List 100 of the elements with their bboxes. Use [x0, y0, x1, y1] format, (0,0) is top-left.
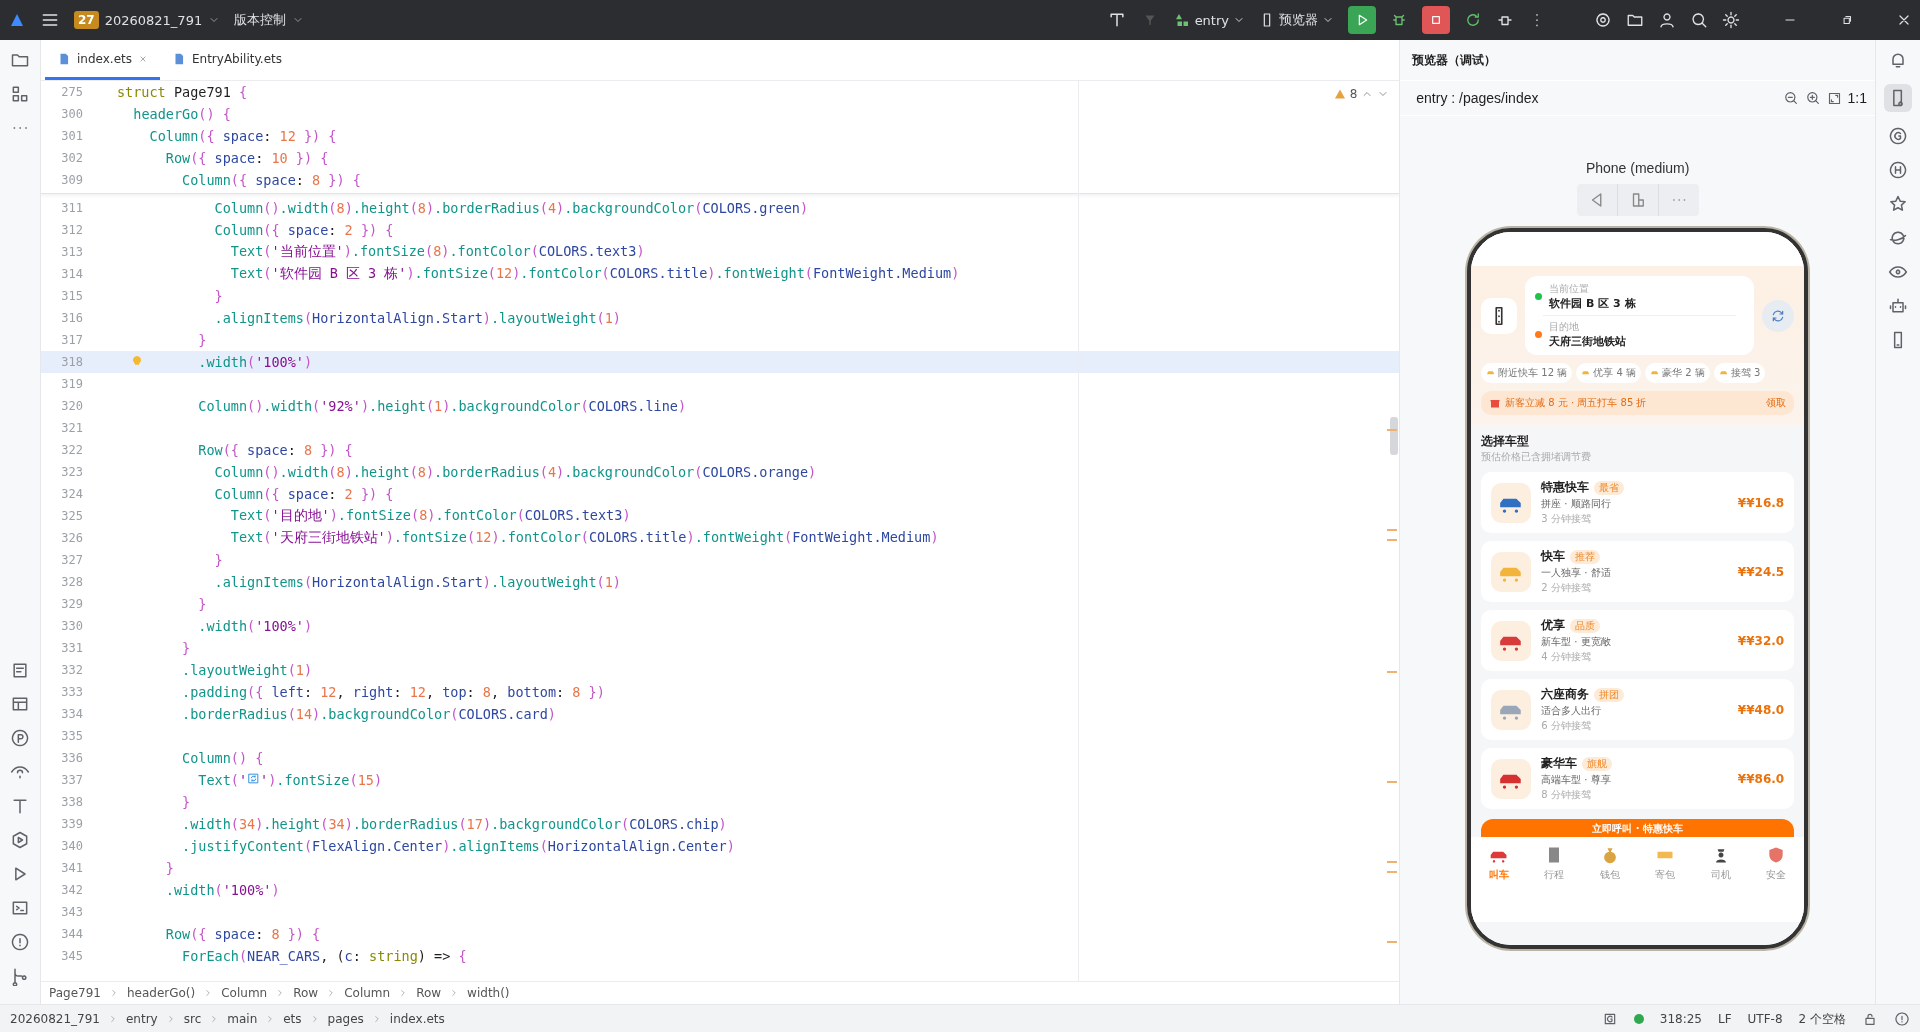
- table-icon[interactable]: [10, 694, 30, 714]
- lock-icon[interactable]: [1862, 1011, 1878, 1027]
- line-number: 316: [60, 311, 83, 325]
- nearby-chip[interactable]: 接驾 3: [1713, 363, 1766, 383]
- path-item[interactable]: main: [227, 1012, 258, 1026]
- path-item[interactable]: entry: [126, 1012, 158, 1026]
- line-number: 336: [60, 751, 83, 765]
- ride-option-card[interactable]: 优享 品质 新车型 · 更宽敞 4 分钟接驾 ¥¥32.0: [1481, 610, 1795, 671]
- ride-price: ¥¥24.5: [1737, 564, 1785, 579]
- line-number: 344: [60, 927, 83, 941]
- breadcrumb-item[interactable]: Column: [221, 986, 268, 1000]
- vcs-menu[interactable]: 版本控制: [234, 11, 287, 29]
- structure-icon[interactable]: [10, 84, 30, 104]
- restart-icon[interactable]: [1464, 11, 1482, 29]
- breadcrumb-item[interactable]: Row: [416, 986, 442, 1000]
- route-card[interactable]: 当前位置 软件园 B 区 3 栋 目的地 天府三街地铁站: [1525, 276, 1755, 355]
- project-name[interactable]: 20260821_791: [104, 12, 203, 28]
- code-line: .alignItems(HorizontalAlign.Start).layoutWeight(1): [214, 574, 621, 590]
- star-icon[interactable]: [1888, 194, 1908, 214]
- fit-screen-icon[interactable]: [1826, 90, 1842, 106]
- ride-option-card[interactable]: 六座商务 拼团 适合多人出行 6 分钟接驾 ¥¥48.0: [1481, 679, 1795, 740]
- swap-button[interactable]: [1762, 299, 1795, 332]
- module-selector[interactable]: entry: [1194, 12, 1229, 28]
- ride-price: ¥¥16.8: [1737, 495, 1785, 510]
- path-item[interactable]: 20260821_791: [10, 1012, 100, 1026]
- warning-count[interactable]: 8: [1349, 87, 1358, 101]
- stop-button[interactable]: [1422, 6, 1450, 34]
- target-icon[interactable]: [1594, 11, 1612, 29]
- run-button[interactable]: [1348, 6, 1376, 34]
- code-line: Text('软件园 B 区 3 栋').fontSize(12).fontColor(COLORS.title).fontWeight(FontWeight.Medium): [230, 265, 960, 283]
- code-line: }: [214, 288, 223, 304]
- robot-icon[interactable]: [1888, 296, 1908, 316]
- indent-setting[interactable]: 2 个空格: [1798, 1010, 1846, 1028]
- person-icon[interactable]: [1658, 11, 1676, 29]
- git-branch-icon[interactable]: [10, 966, 30, 986]
- breadcrumb-item[interactable]: Column: [344, 986, 391, 1000]
- path-item[interactable]: index.ets: [389, 1012, 445, 1026]
- ride-option-card[interactable]: 豪华车 旗舰 高端车型 · 尊享 8 分钟接驾 ¥¥86.0: [1481, 748, 1795, 809]
- line-ending[interactable]: LF: [1717, 1012, 1732, 1026]
- line-number: 314: [60, 267, 83, 281]
- line-number: 323: [60, 465, 83, 479]
- planet-icon[interactable]: [1888, 228, 1908, 248]
- ride-name: 特惠快车: [1541, 479, 1590, 496]
- line-number: 343: [60, 905, 83, 919]
- terminal-icon[interactable]: [10, 898, 30, 918]
- h-badge-icon[interactable]: [1888, 160, 1908, 180]
- code-line: Column().width(8).height(8).borderRadius(4).backgroundColor(COLORS.orange): [214, 464, 817, 480]
- cursor-position[interactable]: 318:25: [1659, 1012, 1702, 1026]
- breadcrumb-item[interactable]: width(): [467, 986, 510, 1000]
- path-item[interactable]: ets: [283, 1012, 302, 1026]
- code-line: .padding({ left: 12, right: 12, top: 8, bottom: 8 }): [182, 684, 605, 700]
- line-number: 332: [60, 663, 83, 677]
- path-item[interactable]: src: [183, 1012, 202, 1026]
- code-line: struct Page791 {: [117, 84, 248, 100]
- code-line: Row({ space: 10 }) {: [165, 150, 329, 166]
- ride-tag: 最省: [1594, 480, 1625, 495]
- settings-icon[interactable]: [1722, 11, 1740, 29]
- search-icon[interactable]: [1690, 11, 1708, 29]
- breadcrumb-item[interactable]: headerGo(): [126, 986, 196, 1000]
- device-selector[interactable]: 预览器: [1279, 11, 1318, 29]
- line-number: 334: [60, 707, 83, 721]
- line-number: 338: [60, 795, 83, 809]
- editor-tab[interactable]: index.ets: [45, 40, 160, 80]
- code-line: }: [198, 332, 207, 348]
- line-number: 300: [60, 107, 83, 121]
- code-line: }: [214, 552, 223, 568]
- code-line: }: [165, 860, 174, 876]
- pickup-time: 8 分钟接驾: [1541, 788, 1592, 802]
- zoom-in-icon[interactable]: [1804, 90, 1821, 106]
- encoding[interactable]: UTF-8: [1747, 1012, 1783, 1026]
- line-number: 335: [60, 729, 83, 743]
- code-line: Text('当前位置').fontSize(8).fontColor(COLORS.text3): [230, 243, 645, 261]
- scrollbar[interactable]: [1390, 417, 1399, 455]
- line-number: 301: [60, 129, 83, 143]
- code-line: Column() {: [182, 750, 264, 766]
- pickup-time: 2 分钟接驾: [1541, 581, 1592, 595]
- nearby-chip[interactable]: 优享 4 辆: [1576, 363, 1641, 383]
- calendar-icon[interactable]: [10, 660, 30, 680]
- destination: 天府三街地铁站: [1549, 334, 1627, 349]
- path-item[interactable]: pages: [327, 1012, 364, 1026]
- ride-price: ¥¥48.0: [1737, 702, 1785, 717]
- g-badge-icon[interactable]: [1888, 126, 1908, 146]
- ride-name: 六座商务: [1541, 686, 1590, 703]
- play-hexagon-icon[interactable]: [10, 830, 30, 850]
- editor-tab[interactable]: EntryAbility.ets: [159, 40, 294, 80]
- ride-option-card[interactable]: 特惠快车 最省 拼座 · 顺路同行 3 分钟接驾 ¥¥16.8: [1481, 472, 1795, 533]
- breadcrumb-item[interactable]: Page791: [49, 986, 101, 1000]
- ride-tag: 旗舰: [1582, 756, 1613, 771]
- nearby-chip[interactable]: 附近快车 12 辆: [1481, 363, 1573, 383]
- restore-icon[interactable]: [1840, 13, 1854, 27]
- zoom-out-icon[interactable]: [1782, 90, 1799, 106]
- ride-option-card[interactable]: 快车 推荐 一人独享 · 舒适 2 分钟接驾 ¥¥24.5: [1481, 541, 1795, 602]
- pickup-time: 3 分钟接驾: [1541, 512, 1592, 526]
- warning-icon: [1333, 88, 1346, 100]
- start-dot: [1535, 293, 1543, 300]
- breadcrumb-item[interactable]: Row: [293, 986, 319, 1000]
- ride-description: 新车型 · 更宽敞: [1541, 635, 1612, 649]
- nearby-chip[interactable]: 豪华 2 辆: [1645, 363, 1710, 383]
- actual-size-button[interactable]: 1:1: [1847, 90, 1868, 106]
- code-line: Row({ space: 8 }) {: [198, 442, 353, 458]
